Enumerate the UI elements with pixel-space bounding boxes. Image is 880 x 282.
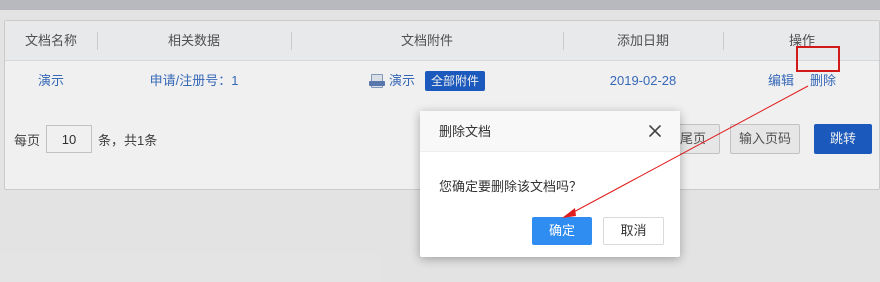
confirm-button[interactable]: 确定 <box>532 217 592 245</box>
dialog-title: 删除文档 <box>439 124 492 139</box>
delete-confirm-dialog: 删除文档 您确定要删除该文档吗？ 确定 取消 <box>420 111 680 257</box>
dialog-message: 您确定要删除该文档吗？ <box>439 179 583 194</box>
dialog-header: 删除文档 <box>420 111 680 152</box>
close-icon[interactable] <box>647 123 663 139</box>
cancel-button[interactable]: 取消 <box>603 217 664 245</box>
